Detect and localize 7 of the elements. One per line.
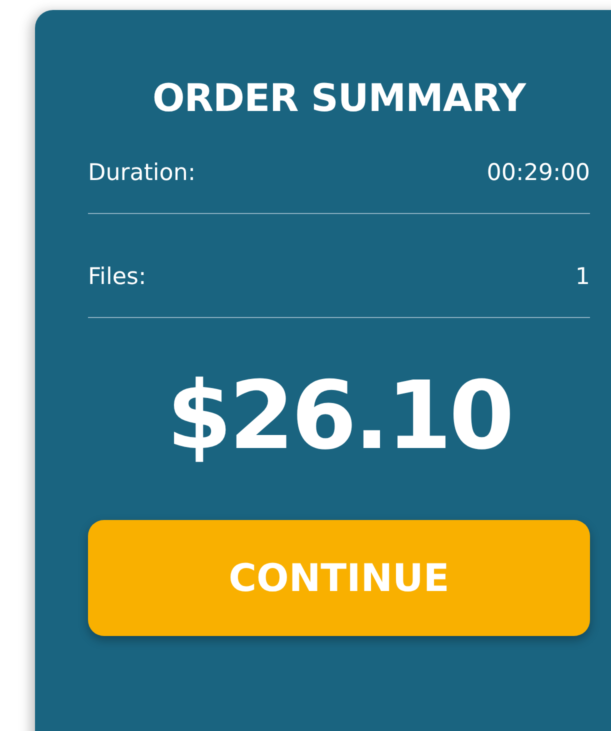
- row-value: 1: [575, 264, 590, 290]
- row-label: Duration:: [88, 160, 196, 186]
- continue-button[interactable]: CONTINUE: [88, 520, 590, 636]
- summary-title: ORDER SUMMARY: [151, 75, 528, 122]
- row-value: 00:29:00: [486, 160, 590, 186]
- row-label: Files:: [88, 264, 146, 290]
- total-price: $26.10: [166, 361, 512, 473]
